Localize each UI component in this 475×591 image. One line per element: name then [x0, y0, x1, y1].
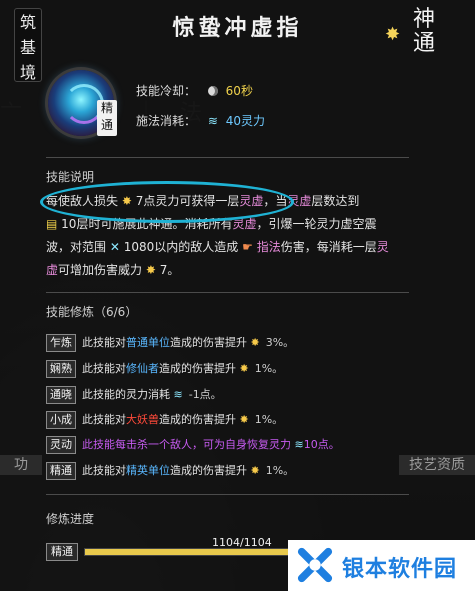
progress-tag: 精通 — [46, 543, 78, 561]
watermark-text: 银本软件园 — [342, 557, 458, 582]
spirit-sun-icon: ✸ — [250, 464, 260, 477]
skill-detail-panel: 筑 基 境 惊蛰冲虚指 ✸ 神 通 精 通 技能冷却： 60秒 施法消耗： ≋ … — [0, 0, 475, 591]
training-row: 乍炼 此技能对普通单位造成的伤害提升 ✸ 3%。 — [46, 334, 294, 352]
progress-bar-fill — [85, 549, 297, 555]
range-icon: ✕ — [109, 240, 120, 254]
watermark: 银本软件园 — [288, 540, 475, 591]
spirit-sun-icon: ✸ — [250, 336, 260, 349]
cooldown-icon — [207, 86, 218, 96]
sparkle-icon: ✸ — [385, 24, 401, 45]
spirit-wave-icon: ≋ — [207, 114, 218, 128]
tab-skill-aptitude[interactable]: 技艺资质 — [399, 455, 475, 475]
spirit-wave-icon: ≋ — [173, 388, 183, 401]
skill-title: 惊蛰冲虚指 — [172, 15, 303, 41]
divider — [46, 494, 409, 495]
cooldown-stat: 技能冷却： 60秒 — [136, 84, 253, 98]
training-row: 精通 此技能对精英单位造成的伤害提升 ✸ 1%。 — [46, 462, 294, 480]
training-heading: 技能修炼（6/6） — [46, 305, 138, 319]
description-heading: 技能说明 — [46, 170, 95, 184]
divider — [46, 157, 409, 158]
annotation-highlight-oval — [40, 181, 294, 223]
spirit-sun-icon: ✸ — [239, 362, 249, 375]
cost-stat: 施法消耗： ≋ 40灵力 — [136, 114, 266, 128]
finger-icon: ☛ — [242, 240, 253, 254]
training-row: 通晓 此技能的灵力消耗 ≋ -1点。 — [46, 386, 222, 404]
mastery-tag: 精 通 — [97, 100, 117, 136]
watermark-logo-icon — [297, 547, 333, 583]
progress-heading: 修炼进度 — [46, 512, 95, 526]
training-row: 灵动 此技能每击杀一个敌人，可为自身恢复灵力 ≋10点。 — [46, 436, 340, 454]
spirit-wave-icon: ≋ — [294, 438, 304, 451]
progress-bar — [84, 548, 298, 556]
training-row: 娴熟 此技能对修仙者造成的伤害提升 ✸ 1%。 — [46, 360, 283, 378]
training-row: 小成 此技能对大妖兽造成的伤害提升 ✸ 1%。 — [46, 411, 283, 429]
scroll-icon: ▤ — [46, 217, 58, 231]
spirit-sun-icon: ✸ — [239, 413, 249, 426]
left-tab[interactable]: 功 — [0, 455, 42, 475]
divider — [46, 292, 409, 293]
grade-badge: ✸ 神 通 — [385, 7, 436, 56]
spirit-sun-icon: ✸ — [145, 263, 156, 277]
